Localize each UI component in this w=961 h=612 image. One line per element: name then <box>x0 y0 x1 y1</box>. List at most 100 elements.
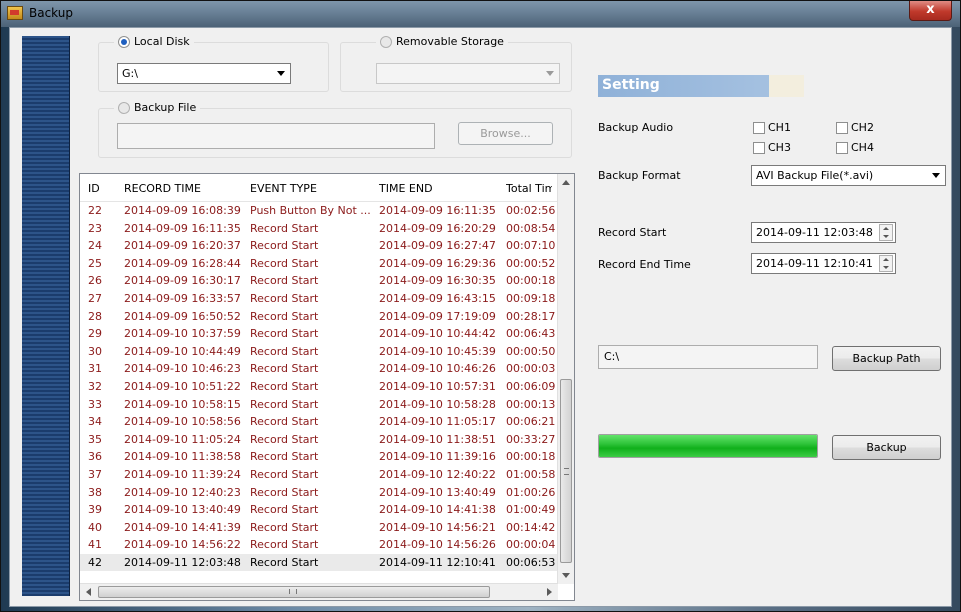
checkbox-ch4[interactable]: CH4 <box>836 141 874 154</box>
table-row[interactable]: 22 2014-09-09 16:08:39 Push Button By Not … <box>80 202 560 220</box>
table-row[interactable]: 23 2014-09-09 16:11:35 Record Start 2014-09… <box>80 220 560 238</box>
record-start-picker[interactable]: 2014-09-11 12:03:48 <box>751 222 896 243</box>
cell-event-type: Record Start <box>250 520 319 534</box>
cell-event-type: Record Start <box>250 467 319 481</box>
setting-banner-tail <box>769 75 804 97</box>
column-record-time[interactable]: RECORD TIME <box>124 182 248 195</box>
spin-buttons[interactable] <box>879 255 893 272</box>
table-row[interactable]: 24 2014-09-09 16:20:37 Record Start 2014-09… <box>80 237 560 255</box>
title-bar[interactable]: Backup x <box>1 1 960 27</box>
table-row[interactable]: 41 2014-09-10 14:56:22 Record Start 2014-09… <box>80 536 560 554</box>
cell-record-time: 2014-09-10 10:37:59 <box>124 327 241 341</box>
scroll-down-icon[interactable] <box>562 573 570 578</box>
cell-id: 38 <box>88 485 102 499</box>
cell-time-end: 2014-09-10 10:46:26 <box>379 362 496 376</box>
table-row[interactable]: 38 2014-09-10 12:40:23 Record Start 2014-09… <box>80 484 560 502</box>
column-event-type[interactable]: EVENT TYPE <box>250 182 378 195</box>
cell-event-type: Record Start <box>250 309 319 323</box>
spin-buttons[interactable] <box>879 224 893 241</box>
removable-storage-select[interactable] <box>376 63 560 84</box>
local-disk-select[interactable]: G:\ <box>117 63 291 84</box>
record-start-value: 2014-09-11 12:03:48 <box>756 226 873 239</box>
checkbox-icon <box>836 121 848 134</box>
cell-time-end: 2014-09-09 16:27:47 <box>379 239 496 253</box>
browse-button[interactable]: Browse... <box>458 122 553 145</box>
table-row[interactable]: 36 2014-09-10 11:38:58 Record Start 2014-09… <box>80 448 560 466</box>
local-disk-radio[interactable]: Local Disk <box>114 35 194 48</box>
scroll-left-icon[interactable] <box>86 588 91 596</box>
grip-icon <box>289 589 297 594</box>
table-row[interactable]: 32 2014-09-10 10:51:22 Record Start 2014-09… <box>80 378 560 396</box>
table-row[interactable]: 40 2014-09-10 14:41:39 Record Start 2014-09… <box>80 519 560 537</box>
cell-id: 40 <box>88 520 102 534</box>
cell-record-time: 2014-09-10 14:41:39 <box>124 520 241 534</box>
cell-time-end: 2014-09-09 16:20:29 <box>379 221 496 235</box>
cell-record-time: 2014-09-10 11:05:24 <box>124 432 241 446</box>
table-row[interactable]: 27 2014-09-09 16:33:57 Record Start 2014-09… <box>80 290 560 308</box>
table-row[interactable]: 33 2014-09-10 10:58:15 Record Start 2014-09… <box>80 396 560 414</box>
vertical-scrollbar[interactable] <box>557 174 574 584</box>
backup-file-path-input[interactable] <box>117 123 435 149</box>
grip-icon <box>564 468 569 475</box>
spin-up-icon <box>883 258 889 261</box>
cell-id: 39 <box>88 503 102 517</box>
cell-record-time: 2014-09-10 10:58:56 <box>124 415 241 429</box>
cell-event-type: Record Start <box>250 379 319 393</box>
cell-id: 36 <box>88 450 102 464</box>
cell-id: 33 <box>88 397 102 411</box>
record-list-header: ID RECORD TIME EVENT TYPE TIME END Total… <box>80 174 574 202</box>
table-row[interactable]: 28 2014-09-09 16:50:52 Record Start 2014-09… <box>80 308 560 326</box>
backup-format-select[interactable]: AVI Backup File(*.avi) <box>751 165 946 186</box>
checkbox-ch3[interactable]: CH3 <box>753 141 791 154</box>
backup-file-label: Backup File <box>134 101 197 114</box>
table-row[interactable]: 31 2014-09-10 10:46:23 Record Start 2014-09… <box>80 360 560 378</box>
cell-id: 35 <box>88 432 102 446</box>
table-row[interactable]: 42 2014-09-11 12:03:48 Record Start 2014-09… <box>80 553 560 572</box>
record-list[interactable]: ID RECORD TIME EVENT TYPE TIME END Total… <box>79 173 575 601</box>
scroll-up-icon[interactable] <box>562 180 570 185</box>
backup-button[interactable]: Backup <box>832 435 941 460</box>
table-row[interactable]: 39 2014-09-10 13:40:49 Record Start 2014-09… <box>80 501 560 519</box>
cell-event-type: Record Start <box>250 256 319 270</box>
radio-selected-icon <box>118 35 130 48</box>
cell-record-time: 2014-09-10 14:56:22 <box>124 538 241 552</box>
column-id[interactable]: ID <box>88 182 118 195</box>
cell-event-type: Record Start <box>250 415 319 429</box>
scroll-thumb[interactable] <box>98 586 490 598</box>
table-row[interactable]: 34 2014-09-10 10:58:56 Record Start 2014-09… <box>80 413 560 431</box>
cell-event-type: Record Start <box>250 221 319 235</box>
cell-time-end: 2014-09-10 11:38:51 <box>379 432 496 446</box>
table-row[interactable]: 37 2014-09-10 11:39:24 Record Start 2014-09… <box>80 466 560 484</box>
backup-path-input[interactable]: C:\ <box>598 345 818 369</box>
table-row[interactable]: 35 2014-09-10 11:05:24 Record Start 2014-09… <box>80 431 560 449</box>
close-button[interactable]: x <box>909 1 952 21</box>
backup-file-radio[interactable]: Backup File <box>114 101 201 114</box>
scroll-right-icon[interactable] <box>547 588 552 596</box>
cell-id: 26 <box>88 274 102 288</box>
horizontal-scrollbar[interactable] <box>80 583 558 600</box>
cell-id: 32 <box>88 379 102 393</box>
spin-down-icon <box>883 266 889 269</box>
column-total-times[interactable]: Total Times <box>506 182 552 195</box>
column-time-end[interactable]: TIME END <box>379 182 503 195</box>
decorative-side-bar <box>22 36 70 596</box>
cell-time-end: 2014-09-10 14:41:38 <box>379 503 496 517</box>
cell-time-end: 2014-09-10 10:57:31 <box>379 379 496 393</box>
table-row[interactable]: 26 2014-09-09 16:30:17 Record Start 2014-09… <box>80 272 560 290</box>
checkbox-ch1[interactable]: CH1 <box>753 121 791 134</box>
backup-path-button[interactable]: Backup Path <box>832 346 941 371</box>
removable-storage-radio[interactable]: Removable Storage <box>376 35 508 48</box>
scroll-thumb[interactable] <box>560 379 572 563</box>
record-end-picker[interactable]: 2014-09-11 12:10:41 <box>751 253 896 274</box>
checkbox-ch2-label: CH2 <box>851 121 874 134</box>
table-row[interactable]: 25 2014-09-09 16:28:44 Record Start 2014-09… <box>80 255 560 273</box>
cell-event-type: Record Start <box>250 432 319 446</box>
chevron-down-icon <box>546 71 554 76</box>
cell-time-end: 2014-09-10 13:40:49 <box>379 485 496 499</box>
cell-event-type: Record Start <box>250 327 319 341</box>
chevron-down-icon <box>277 71 285 76</box>
checkbox-ch2[interactable]: CH2 <box>836 121 874 134</box>
table-row[interactable]: 29 2014-09-10 10:37:59 Record Start 2014-09… <box>80 325 560 343</box>
cell-id: 31 <box>88 362 102 376</box>
table-row[interactable]: 30 2014-09-10 10:44:49 Record Start 2014-09… <box>80 343 560 361</box>
